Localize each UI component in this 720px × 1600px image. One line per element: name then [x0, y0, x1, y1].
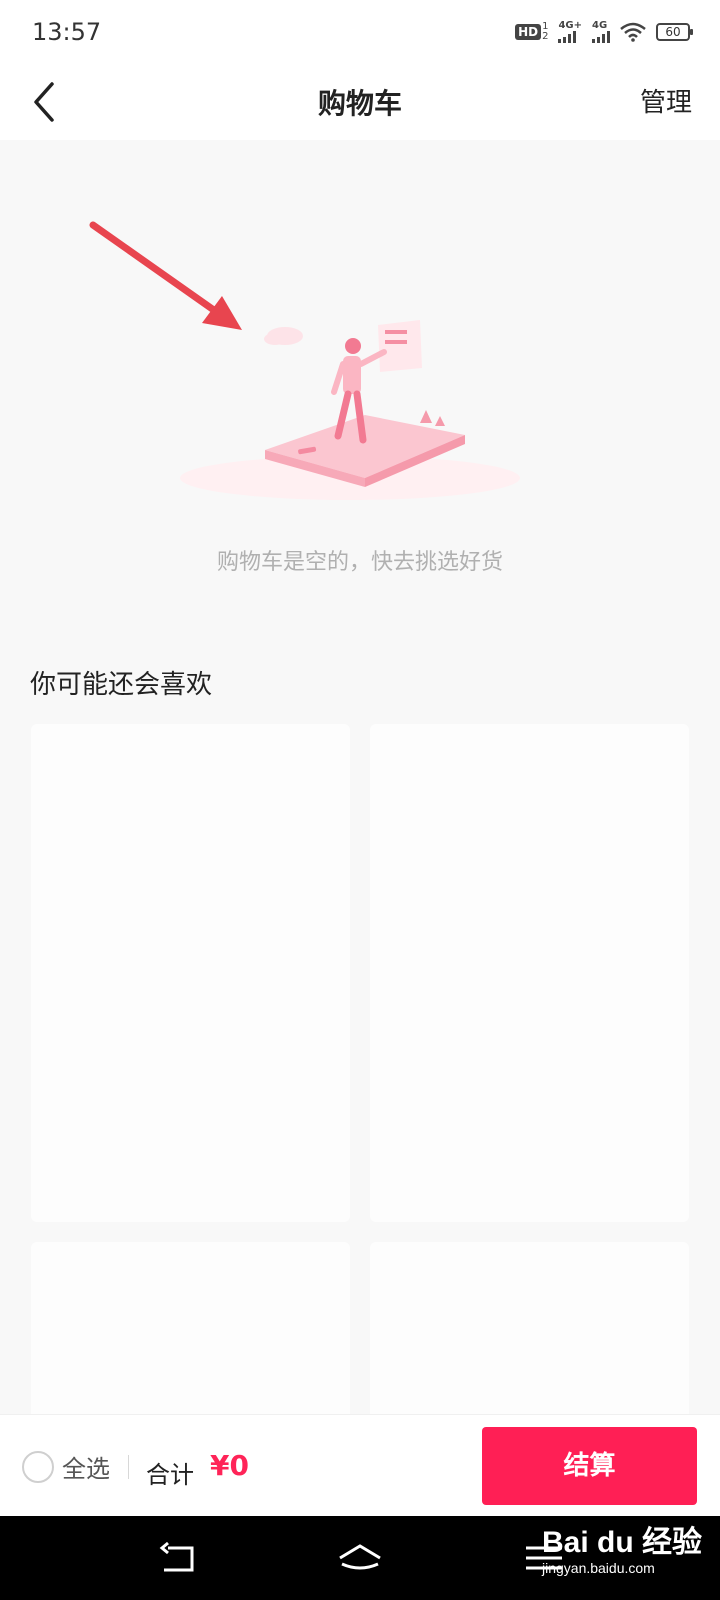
product-card[interactable]: [31, 724, 350, 1222]
wifi-icon: [620, 22, 646, 42]
product-card[interactable]: [370, 724, 689, 1222]
product-card[interactable]: [31, 1242, 350, 1442]
total-label: 合计: [146, 1461, 194, 1489]
battery-icon: 60: [656, 22, 693, 41]
divider: [128, 1455, 129, 1479]
nav-home-button[interactable]: [336, 1540, 381, 1578]
hd-sub-bottom: 2: [542, 30, 549, 42]
select-all-toggle[interactable]: 全选: [22, 1449, 110, 1484]
page-title: 购物车: [317, 87, 402, 120]
header: 购物车 管理: [0, 64, 720, 140]
select-all-label: 全选: [62, 1455, 110, 1483]
status-icons: HD 1 2 4G+ 4G 60: [515, 20, 693, 43]
product-card[interactable]: [370, 1242, 689, 1442]
baidu-jingyan-watermark: Bai du 经验 jingyan.baidu.com: [542, 1526, 702, 1576]
system-nav-bar: Bai du 经验 jingyan.baidu.com: [0, 1516, 720, 1600]
nav-home-icon: [339, 1544, 381, 1570]
sign-board: [378, 320, 422, 372]
watermark-logo: Bai du 经验: [541, 1526, 702, 1559]
empty-cart-message: 购物车是空的，快去挑选好货: [216, 550, 503, 575]
checkout-button[interactable]: 结算: [482, 1427, 697, 1505]
hd-sub-top: 1: [542, 20, 549, 32]
hd-icon: HD 1 2: [515, 20, 549, 42]
manage-button[interactable]: 管理: [640, 82, 692, 119]
status-time: 13:57: [32, 18, 102, 46]
checkout-bar: 全选 合计 ¥0 结算: [0, 1414, 720, 1516]
empty-cart-illustration: [89, 221, 520, 500]
nav-back-button[interactable]: [158, 1540, 202, 1578]
signal-icon-2: 4G: [592, 20, 610, 43]
network-type-2: 4G: [592, 20, 608, 31]
nav-back-icon: [159, 1541, 194, 1572]
cloud-icon: [264, 327, 303, 345]
status-bar: 13:57 HD 1 2 4G+ 4G 60: [0, 0, 720, 64]
hd-label: HD: [515, 23, 542, 40]
recommendations-title: 你可能还会喜欢: [30, 670, 213, 700]
battery-level: 60: [665, 24, 681, 39]
signal-icon-1: 4G+: [558, 20, 582, 43]
watermark-url: jingyan.baidu.com: [541, 1560, 655, 1576]
select-all-radio[interactable]: [22, 1450, 54, 1483]
total-value: ¥0: [210, 1449, 249, 1482]
network-type-1: 4G+: [558, 20, 582, 31]
annotation-arrow: [89, 221, 242, 330]
